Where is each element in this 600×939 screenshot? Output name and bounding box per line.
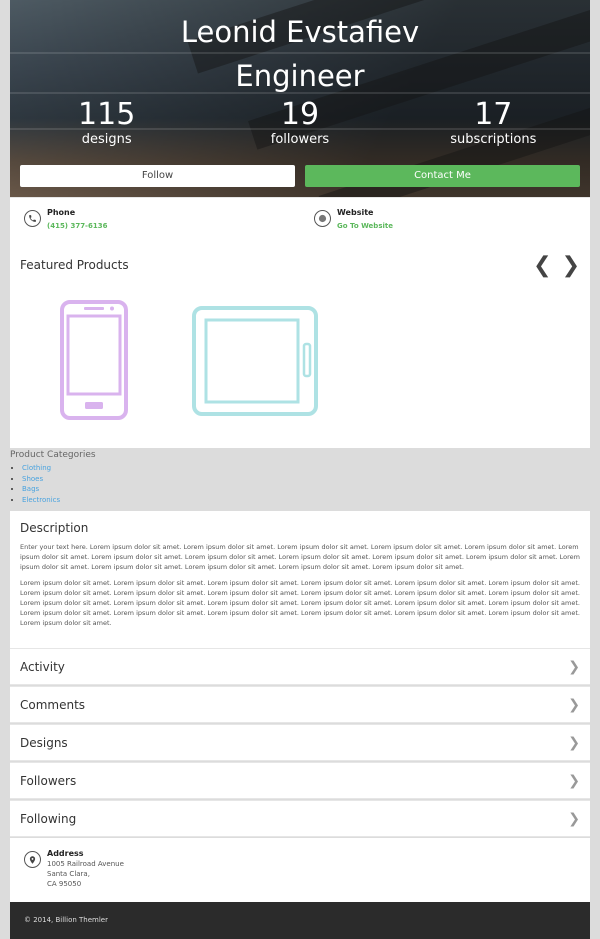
- stat-followers: 19 followers: [203, 98, 396, 148]
- accordion-comments[interactable]: Comments ❯: [10, 686, 590, 723]
- follow-button[interactable]: Follow: [20, 165, 295, 187]
- description-section: Description Enter your text here. Lorem …: [10, 511, 590, 648]
- featured-products: Featured Products ❮ ❯: [10, 248, 590, 448]
- address-info: Address 1005 Railroad Avenue Santa Clara…: [10, 838, 590, 902]
- smartphone-icon: [60, 300, 128, 420]
- stat-value: 115: [78, 97, 136, 132]
- product-tablet[interactable]: [192, 306, 318, 420]
- category-link[interactable]: Electronics: [22, 495, 590, 506]
- stat-value: 17: [474, 97, 513, 132]
- stat-label: subscriptions: [450, 132, 537, 147]
- featured-title: Featured Products: [20, 258, 129, 272]
- chevron-right-icon: ❯: [568, 734, 580, 751]
- accordion-label: Designs: [20, 735, 68, 750]
- profile-actions: Follow Contact Me: [20, 165, 580, 187]
- website-link[interactable]: Go To Website: [337, 220, 393, 232]
- website-info: Website Go To Website: [300, 198, 590, 248]
- phone-info: Phone (415) 377-6136: [10, 198, 300, 248]
- address-title: Address: [47, 849, 84, 858]
- categories-title: Product Categories: [10, 450, 96, 460]
- product-categories: Product Categories Clothing Shoes Bags E…: [10, 448, 590, 511]
- contact-me-button[interactable]: Contact Me: [305, 165, 580, 187]
- accordion-label: Following: [20, 811, 77, 826]
- profile-hero: Leonid Evstafiev Engineer 115 designs 19…: [10, 0, 590, 197]
- description-paragraph: Enter your text here. Lorem ipsum dolor …: [20, 543, 580, 571]
- phone-link[interactable]: (415) 377-6136: [47, 220, 107, 232]
- chevron-right-icon: ❯: [568, 810, 580, 827]
- profile-name: Leonid Evstafiev Engineer: [10, 10, 590, 98]
- page: Leonid Evstafiev Engineer 115 designs 19…: [10, 0, 590, 939]
- accordion-activity[interactable]: Activity ❯: [10, 648, 590, 685]
- address-line: CA 95050: [47, 880, 82, 888]
- category-link[interactable]: Clothing: [22, 463, 590, 474]
- description-title: Description: [20, 521, 89, 535]
- globe-icon: [314, 210, 331, 227]
- description-paragraph: Lorem ipsum dolor sit amet. Lorem ipsum …: [20, 579, 580, 627]
- footer: © 2014, Billion Themler: [10, 902, 590, 939]
- chevron-right-icon: ❯: [568, 772, 580, 789]
- phone-icon: [24, 210, 41, 227]
- copyright-text: © 2014, Billion Themler: [24, 916, 108, 924]
- accordion-label: Followers: [20, 773, 77, 788]
- accordion-followers[interactable]: Followers ❯: [10, 762, 590, 799]
- carousel-controls: ❮ ❯: [533, 254, 580, 278]
- accordion-label: Activity: [20, 659, 65, 674]
- categories-list: Clothing Shoes Bags Electronics: [22, 463, 590, 505]
- category-link[interactable]: Shoes: [22, 474, 590, 485]
- profile-role: Engineer: [235, 59, 365, 93]
- accordion-label: Comments: [20, 697, 86, 712]
- stat-label: designs: [81, 132, 132, 147]
- tablet-icon: [192, 306, 318, 416]
- stat-designs: 115 designs: [10, 98, 203, 148]
- chevron-right-icon: ❯: [568, 658, 580, 675]
- location-pin-icon: [24, 851, 41, 868]
- stat-subscriptions: 17 subscriptions: [397, 98, 590, 148]
- stat-value: 19: [280, 97, 320, 132]
- chevron-right-icon: ❯: [568, 696, 580, 713]
- address-line: Santa Clara,: [47, 870, 90, 878]
- accordion-designs[interactable]: Designs ❯: [10, 724, 590, 761]
- stat-label: followers: [270, 132, 330, 147]
- product-phone[interactable]: [60, 300, 128, 424]
- chevron-right-icon[interactable]: ❯: [562, 254, 580, 278]
- profile-name-line1: Leonid Evstafiev: [180, 15, 420, 49]
- category-link[interactable]: Bags: [22, 484, 590, 495]
- contact-info: Phone (415) 377-6136 Website Go To Websi…: [10, 197, 590, 248]
- address-line: 1005 Railroad Avenue: [47, 860, 124, 868]
- chevron-left-icon[interactable]: ❮: [533, 254, 551, 278]
- phone-title: Phone: [47, 208, 76, 217]
- accordion-following[interactable]: Following ❯: [10, 800, 590, 837]
- profile-stats: 115 designs 19 followers 17 subscription…: [10, 98, 590, 148]
- website-title: Website: [337, 208, 374, 217]
